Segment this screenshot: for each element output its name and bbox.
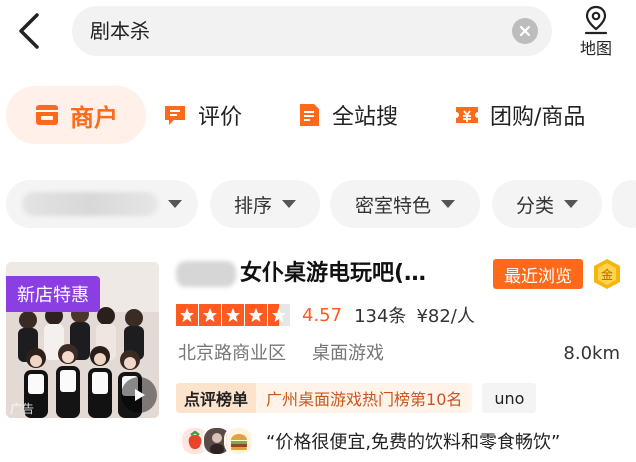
star-icon — [222, 304, 244, 326]
filter-bar: 排序 密室特色 分类 — [0, 180, 636, 228]
review-quote[interactable]: “价格很便宜,免费的饮料和零食畅饮” — [266, 428, 560, 454]
caret-down-icon — [282, 200, 296, 208]
distance: 8.0km — [563, 343, 620, 364]
search-input[interactable]: 剧本杀 — [90, 6, 150, 56]
tab-reviews[interactable]: 评价 — [162, 86, 242, 144]
filter-location[interactable] — [6, 180, 198, 228]
play-video-button[interactable] — [121, 377, 157, 413]
chevron-left-icon — [19, 13, 39, 49]
play-icon — [135, 389, 145, 401]
filter-sort[interactable]: 排序 — [210, 180, 320, 228]
merchant-title[interactable]: 女仆桌游电玩吧(… — [240, 256, 426, 292]
blurred-title-prefix — [176, 261, 236, 287]
comment-icon — [162, 102, 188, 128]
map-pin-icon — [584, 5, 608, 35]
tab-site-search[interactable]: 全站搜 — [296, 86, 398, 144]
star-icon — [245, 304, 267, 326]
tab-merchants[interactable]: 商户 — [6, 86, 146, 144]
tab-label: 全站搜 — [332, 105, 399, 130]
document-icon — [296, 102, 322, 128]
star-icon — [176, 304, 198, 326]
map-button[interactable]: 地图 — [572, 4, 620, 60]
filter-room-feature[interactable]: 密室特色 — [330, 180, 480, 228]
rating-score: 4.57 — [302, 304, 343, 326]
coupon-icon — [454, 102, 480, 128]
filter-category[interactable]: 分类 — [492, 180, 602, 228]
search-bar[interactable]: 剧本杀 — [72, 6, 552, 56]
close-icon — [519, 25, 531, 37]
ranking-badge[interactable]: 点评榜单 — [176, 383, 257, 413]
tab-label: 团购/商品 — [490, 105, 586, 130]
caret-down-icon — [168, 200, 182, 208]
business-area: 北京路商业区 — [178, 343, 286, 364]
filter-label: 密室特色 — [354, 194, 431, 217]
store-icon — [34, 102, 60, 128]
average-price: ¥82/人 — [416, 306, 475, 327]
blurred-location-label — [22, 192, 158, 216]
review-count: 134条 — [354, 306, 407, 327]
filter-label: 分类 — [515, 194, 554, 217]
merchant-card[interactable]: 新店特惠 广告 女仆桌游电玩吧(… 最近浏览 金 4.57 134条 ¥82/人… — [0, 256, 636, 462]
top-bar: 剧本杀 地图 — [0, 0, 636, 62]
gold-medal-icon: 金 — [592, 258, 622, 290]
new-store-badge: 新店特惠 — [6, 276, 100, 312]
review-quote-row: “价格很便宜,免费的饮料和零食畅饮” — [180, 426, 560, 456]
merchant-category: 桌面游戏 — [312, 343, 384, 364]
rating-row: 4.57 134条 ¥82/人 — [176, 300, 475, 330]
filter-label: 排序 — [233, 194, 272, 217]
star-rating — [176, 304, 290, 326]
map-label: 地图 — [579, 39, 612, 58]
burger-avatar-icon — [224, 426, 254, 456]
clear-search-button[interactable] — [512, 18, 538, 44]
tab-group-buy[interactable]: 团购/商品 — [454, 86, 585, 144]
location-row: 北京路商业区 桌面游戏 8.0km — [178, 340, 624, 368]
caret-down-icon — [564, 200, 578, 208]
half-star-icon — [268, 304, 290, 326]
filter-more[interactable] — [612, 180, 636, 228]
tag-chip[interactable]: uno — [482, 383, 537, 413]
search-tabs: 商户 评价 全站搜 团购/商品 — [0, 86, 636, 144]
tab-label: 商户 — [70, 103, 118, 132]
ranking-text[interactable]: 广州桌面游戏热门榜第10名 — [256, 383, 473, 413]
ranking-row: 点评榜单 广州桌面游戏热门榜第10名 uno — [176, 382, 537, 414]
gold-label: 金 — [601, 267, 613, 282]
recently-viewed-badge: 最近浏览 — [493, 259, 583, 289]
title-row: 女仆桌游电玩吧(… 最近浏览 金 — [176, 256, 636, 292]
tab-label: 评价 — [198, 105, 243, 130]
ad-label: 广告 — [10, 402, 35, 416]
merchant-photo[interactable]: 新店特惠 广告 — [6, 262, 159, 418]
reviewer-avatars — [180, 426, 254, 456]
caret-down-icon — [441, 200, 455, 208]
star-icon — [199, 304, 221, 326]
back-button[interactable] — [14, 10, 44, 52]
